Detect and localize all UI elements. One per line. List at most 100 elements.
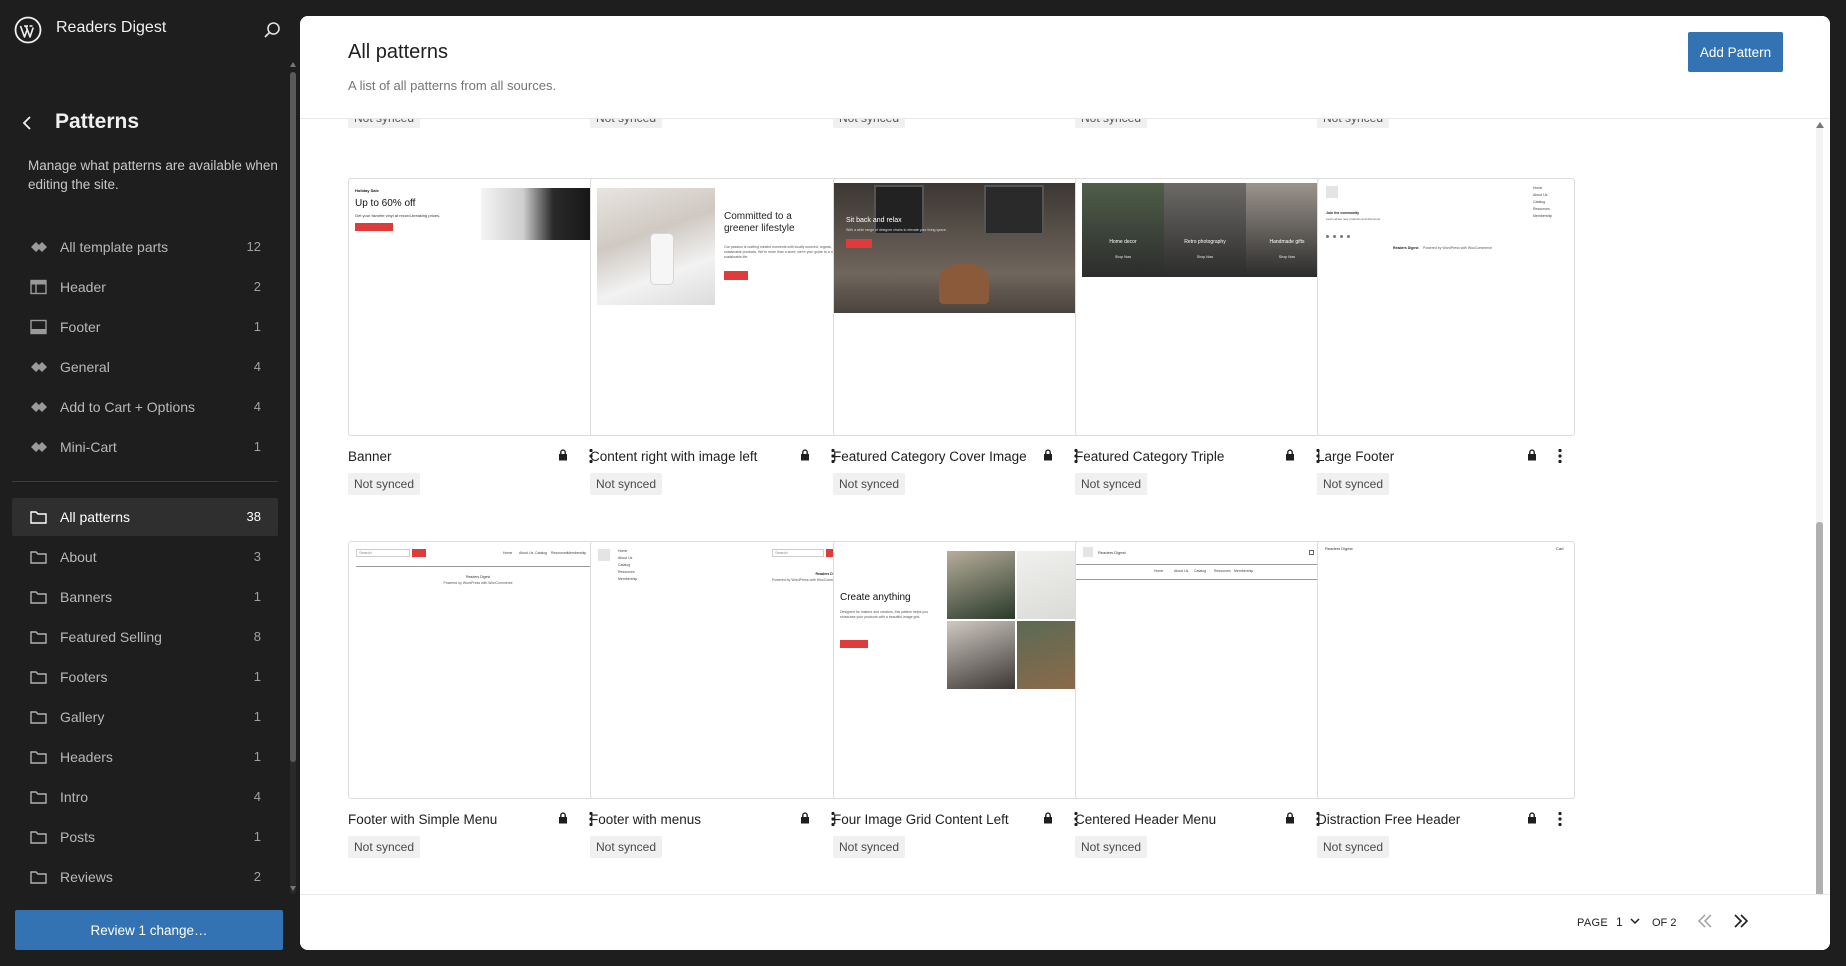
pattern-card[interactable]: Readers Digest Cart Distraction Free Heade…: [1317, 541, 1575, 861]
more-options-icon[interactable]: [1558, 811, 1562, 827]
sidebar-item-label: All template parts: [60, 239, 169, 255]
more-options-icon[interactable]: [1558, 448, 1562, 464]
lock-icon: [801, 812, 809, 824]
pattern-preview-thumbnail[interactable]: Readers Digest Home About Us Catalog Resourc…: [1075, 541, 1333, 799]
sidebar-item-footer[interactable]: Footer 1: [12, 308, 278, 346]
pattern-title[interactable]: Distraction Free Header: [1317, 812, 1460, 827]
pattern-card[interactable]: Home decor Shop Now Retro photography Shop …: [1075, 178, 1333, 498]
sidebar-category-intro[interactable]: Intro 4: [12, 778, 278, 816]
back-chevron-icon[interactable]: [18, 112, 36, 134]
pattern-title[interactable]: Footer with Simple Menu: [348, 812, 497, 827]
pattern-card[interactable]: Join the community Learn about new produc…: [1317, 178, 1575, 498]
pattern-preview-thumbnail[interactable]: Home About Us Catalog Resources Membership Se…: [590, 541, 848, 799]
sidebar-item-add-to-cart-options[interactable]: Add to Cart + Options 4: [12, 388, 278, 426]
sync-status-badge: Not synced: [1317, 473, 1390, 495]
folder-icon: [30, 671, 47, 684]
pattern-title[interactable]: Four Image Grid Content Left: [833, 812, 1009, 827]
first-page-icon[interactable]: [1696, 911, 1714, 931]
search-icon[interactable]: [262, 20, 282, 40]
sidebar-category-count: 1: [253, 669, 261, 684]
thumb-menu-item: Membership: [1234, 569, 1254, 573]
pattern-title[interactable]: Content right with image left: [590, 449, 757, 464]
sidebar-category-posts[interactable]: Posts 1: [12, 818, 278, 856]
pattern-card[interactable]: Holiday Sale Up to 60% off Get your favori…: [348, 178, 606, 498]
sidebar-category-count: 38: [246, 509, 261, 524]
add-pattern-button[interactable]: Add Pattern: [1688, 32, 1783, 72]
sidebar-item-count: 4: [253, 399, 261, 414]
pattern-title[interactable]: Featured Category Triple: [1075, 449, 1224, 464]
pattern-title[interactable]: Featured Category Cover Image: [833, 449, 1027, 464]
sidebar: Readers Digest Patterns Manage what patt…: [0, 0, 300, 966]
sidebar-category-count: 1: [253, 749, 261, 764]
pattern-title[interactable]: Large Footer: [1317, 449, 1394, 464]
sidebar-category-all-patterns[interactable]: All patterns 38: [12, 498, 278, 536]
pattern-preview-thumbnail[interactable]: Sit back and relax With a wide range of d…: [833, 178, 1091, 436]
sidebar-description: Manage what patterns are available when …: [28, 158, 278, 192]
sidebar-category-banners[interactable]: Banners 1: [12, 578, 278, 616]
pattern-card[interactable]: Committed to a greener lifestyle Our pass…: [590, 178, 848, 498]
sidebar-item-all-template-parts[interactable]: All template parts 12: [12, 228, 278, 266]
pattern-card[interactable]: Home About Us Catalog Resources Membership Se…: [590, 541, 848, 861]
sidebar-scroll-down-arrow[interactable]: [290, 886, 296, 891]
sidebar-category-footers[interactable]: Footers 1: [12, 658, 278, 696]
sidebar-category-featured-selling[interactable]: Featured Selling 8: [12, 618, 278, 656]
sidebar-category-headers[interactable]: Headers 1: [12, 738, 278, 776]
sidebar-item-mini-cart[interactable]: Mini-Cart 1: [12, 428, 278, 466]
pattern-card[interactable]: Readers Digest Home About Us Catalog Resourc…: [1075, 541, 1333, 861]
sidebar-category-count: 4: [253, 789, 261, 804]
thumb-menu-item: About Us: [618, 556, 633, 560]
thumb-body: Our passion is crafting mindful moments …: [724, 245, 839, 259]
pattern-card[interactable]: Sit back and relax With a wide range of d…: [833, 178, 1091, 498]
sidebar-scrollbar-thumb[interactable]: [290, 72, 296, 762]
review-changes-button[interactable]: Review 1 change…: [15, 910, 283, 950]
template-parts-icon: [31, 362, 47, 372]
thumb-credit-text: Powered by WordPress with WooCommerce: [771, 578, 841, 582]
pattern-preview-thumbnail[interactable]: Holiday Sale Up to 60% off Get your favori…: [348, 178, 606, 436]
lock-icon: [1286, 812, 1294, 824]
thumb-category-cta: Shop Now: [1196, 255, 1214, 259]
pattern-preview-thumbnail[interactable]: Home decor Shop Now Retro photography Shop …: [1075, 178, 1333, 436]
thumb-menu-item: Resources: [551, 551, 568, 555]
pattern-preview-thumbnail[interactable]: Create anything Designed for makers and c…: [833, 541, 1091, 799]
pattern-card[interactable]: Create anything Designed for makers and c…: [833, 541, 1091, 861]
main-header: All patterns A list of all patterns from…: [300, 16, 1830, 119]
sidebar-category-about[interactable]: About 3: [12, 538, 278, 576]
sidebar-category-label: Reviews: [60, 869, 113, 885]
content-scrollbar-thumb[interactable]: [1816, 522, 1823, 932]
thumb-logo-placeholder: [1326, 186, 1338, 198]
thumb-cart-label: Cart: [1556, 546, 1564, 551]
folder-icon: [30, 791, 47, 804]
template-parts-icon: [31, 442, 47, 452]
pattern-preview-thumbnail[interactable]: Committed to a greener lifestyle Our pass…: [590, 178, 848, 436]
sidebar-item-count: 1: [253, 439, 261, 454]
pagination-page-select[interactable]: 1: [1616, 915, 1623, 929]
pattern-title[interactable]: Footer with menus: [590, 812, 701, 827]
lock-icon: [559, 449, 567, 461]
pattern-preview-thumbnail[interactable]: Readers Digest Cart: [1317, 541, 1575, 799]
pattern-title[interactable]: Banner: [348, 449, 392, 464]
pattern-card[interactable]: Search Home About Us Catalog Resources Member…: [348, 541, 606, 861]
sidebar-category-gallery[interactable]: Gallery 1: [12, 698, 278, 736]
thumb-social-dot: [1340, 235, 1343, 238]
sync-status-badge: Not synced: [348, 836, 421, 858]
sidebar-item-general[interactable]: General 4: [12, 348, 278, 386]
pattern-preview-thumbnail[interactable]: Join the community Learn about new produc…: [1317, 178, 1575, 436]
thumb-site-title: Readers Digest: [1098, 550, 1126, 555]
thumb-divider: [1076, 579, 1332, 580]
site-title[interactable]: Readers Digest: [56, 19, 166, 37]
thumb-menu-item: Catalog: [1533, 200, 1546, 204]
sidebar-scrollbar[interactable]: [290, 72, 296, 894]
thumb-heading: Up to 60% off: [355, 198, 416, 209]
pattern-preview-thumbnail[interactable]: Search Home About Us Catalog Resources Member…: [348, 541, 606, 799]
sidebar-category-count: 1: [253, 829, 261, 844]
wordpress-logo-icon[interactable]: [14, 16, 42, 44]
chevron-down-icon[interactable]: [1630, 917, 1640, 925]
sidebar-scroll-up-arrow[interactable]: [290, 62, 296, 67]
pattern-title[interactable]: Centered Header Menu: [1075, 812, 1216, 827]
thumb-category-image: [1082, 183, 1164, 277]
sync-status-badge: Not synced: [1075, 836, 1148, 858]
sidebar-item-header[interactable]: Header 2: [12, 268, 278, 306]
last-page-icon[interactable]: [1732, 911, 1750, 931]
sidebar-category-reviews[interactable]: Reviews 2: [12, 858, 278, 896]
thumb-menu-item: Catalog: [618, 563, 631, 567]
